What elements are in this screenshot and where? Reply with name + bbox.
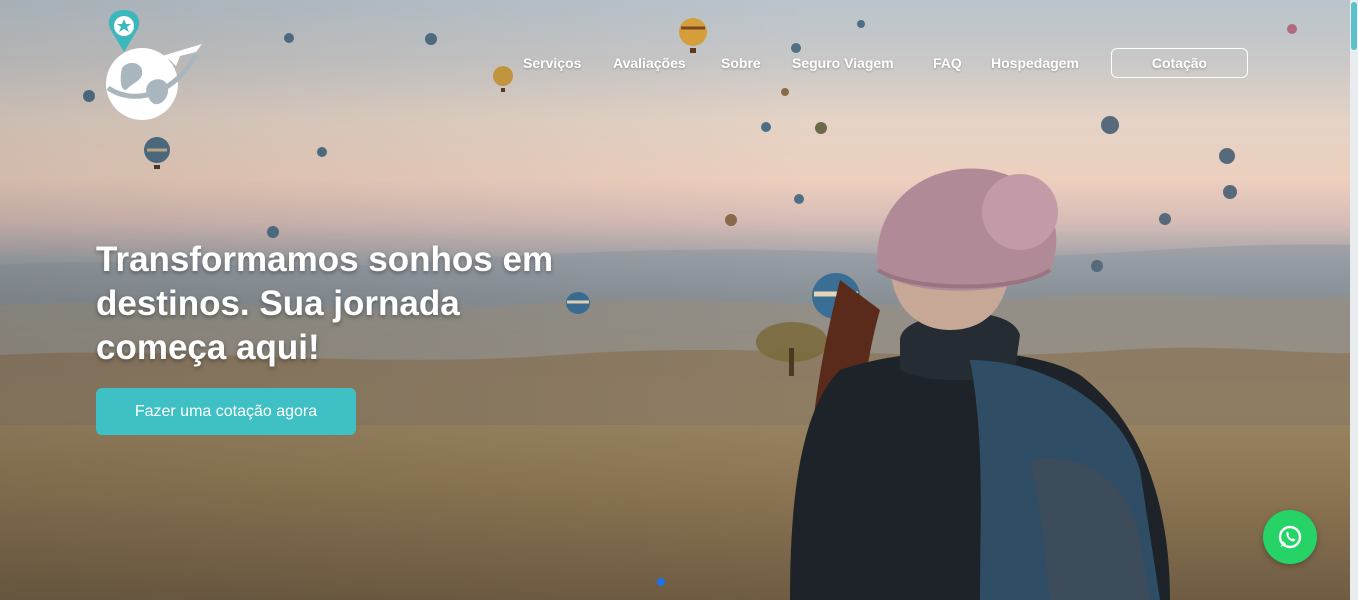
hot-air-balloon: [1287, 24, 1297, 34]
hot-air-balloon: [1101, 116, 1119, 134]
nav-link-hospedagem[interactable]: Hospedagem: [991, 55, 1079, 71]
hero-headline: Transformamos sonhos em destinos. Sua jo…: [96, 240, 554, 367]
hot-air-balloon: [284, 33, 294, 43]
nav-cotacao-button[interactable]: Cotação: [1111, 48, 1248, 78]
scrollbar-track[interactable]: [1350, 0, 1358, 600]
whatsapp-icon: [1278, 525, 1302, 549]
scrollbar-thumb[interactable]: [1351, 2, 1357, 50]
hot-air-balloon: [761, 122, 771, 132]
hot-air-balloon: [815, 122, 827, 134]
carousel-indicator-dot[interactable]: [657, 578, 665, 586]
hot-air-balloon: [1219, 148, 1235, 164]
hot-air-balloon: [725, 214, 737, 226]
nav-link-sobre[interactable]: Sobre: [721, 55, 761, 71]
nav-link-avaliacoes[interactable]: Avaliações: [613, 55, 686, 71]
nav-link-seguro-viagem[interactable]: Seguro Viagem: [792, 55, 894, 71]
hot-air-balloon: [781, 88, 789, 96]
main-nav: Serviços Avaliações Sobre Seguro Viagem …: [0, 48, 1358, 80]
hot-air-balloon: [857, 20, 865, 28]
nav-link-servicos[interactable]: Serviços: [523, 55, 581, 71]
nav-link-faq[interactable]: FAQ: [933, 55, 962, 71]
quote-cta-button[interactable]: Fazer uma cotação agora: [96, 388, 356, 435]
hot-air-balloon: [317, 147, 327, 157]
hot-air-balloon: [144, 137, 170, 169]
hot-air-balloon: [1223, 185, 1237, 199]
traveler-person: [790, 168, 1170, 600]
whatsapp-button[interactable]: [1263, 510, 1317, 564]
hot-air-balloon: [425, 33, 437, 45]
